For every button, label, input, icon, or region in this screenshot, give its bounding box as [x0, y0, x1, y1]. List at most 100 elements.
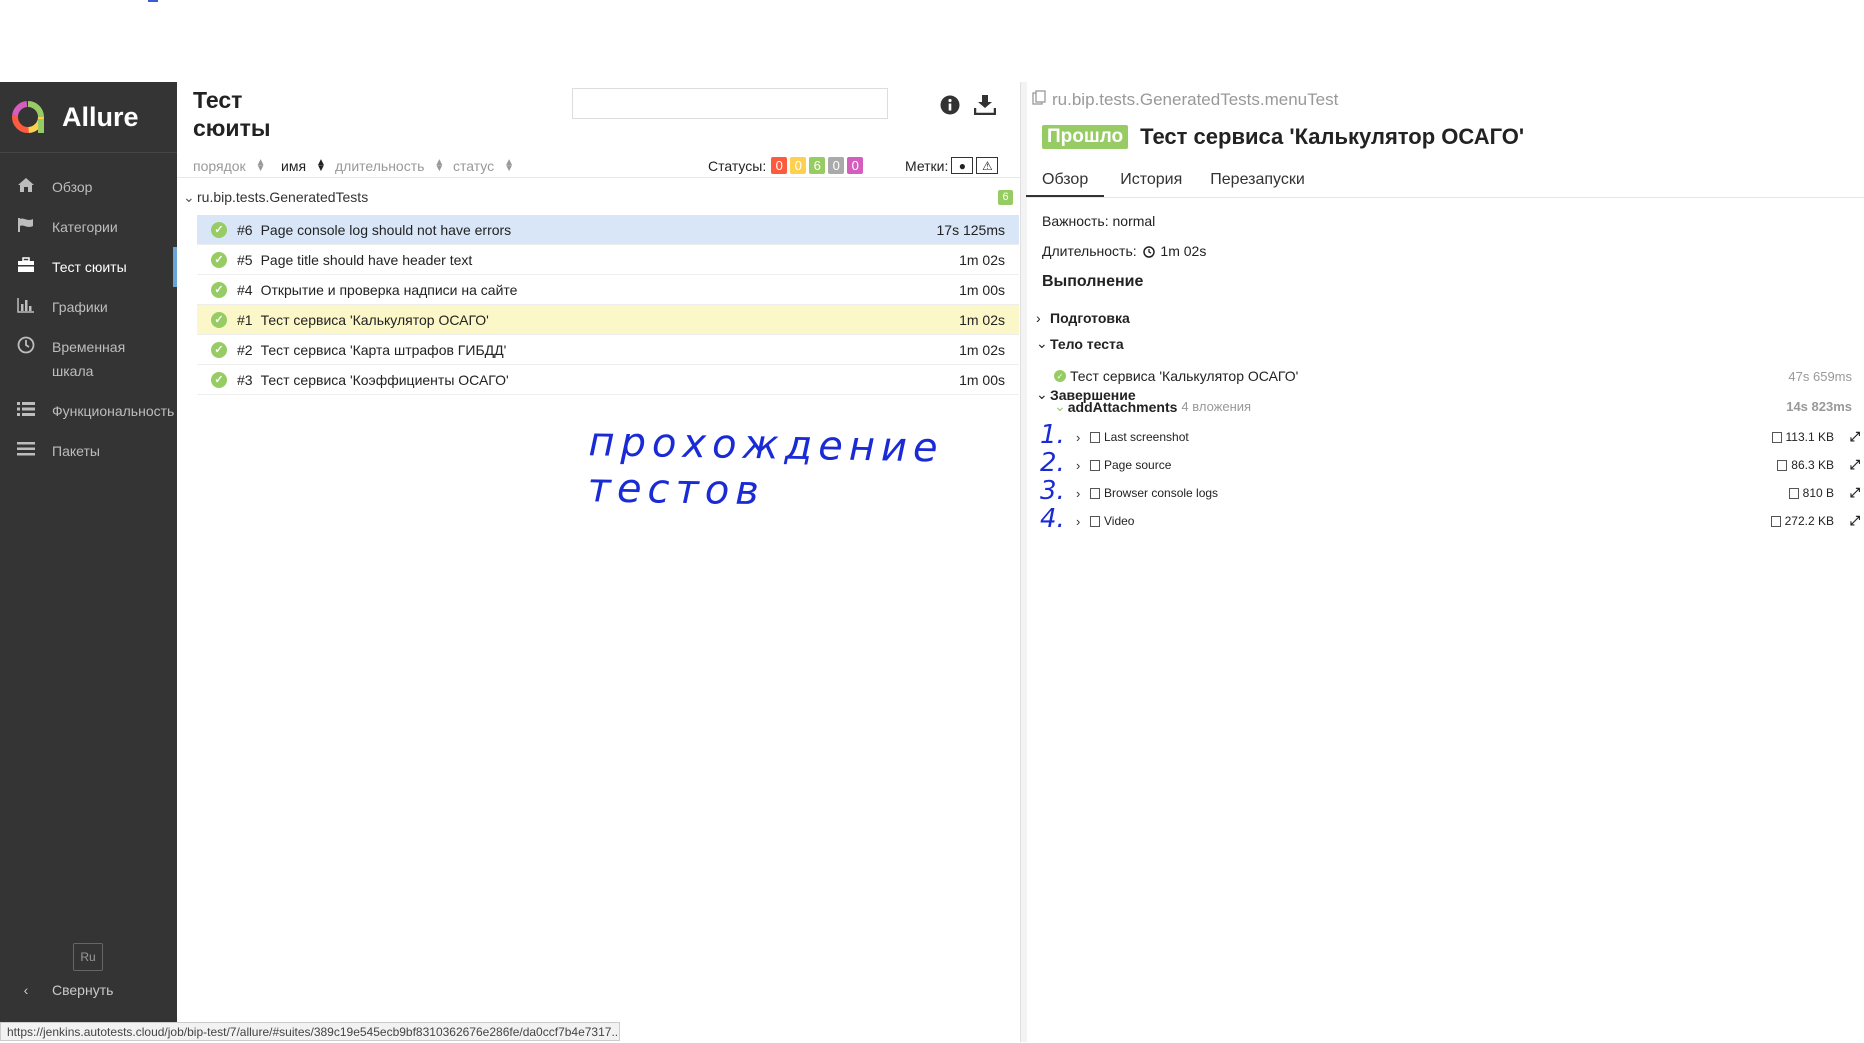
table-row[interactable]: ✓ #3 Тест сервиса 'Коэффициенты ОСАГО' 1…	[197, 365, 1019, 395]
sidebar-item-label: Графики	[52, 299, 108, 315]
table-row[interactable]: ✓ #6 Page console log should not have er…	[197, 215, 1019, 245]
test-title: Тест сервиса 'Калькулятор ОСАГО'	[1140, 124, 1525, 149]
status-skipped-count[interactable]: 0	[828, 157, 845, 174]
clock-icon	[1142, 245, 1155, 261]
status-passed-count[interactable]: 6	[809, 157, 826, 174]
detail-tabs: Обзор История Перезапуски	[1026, 162, 1864, 198]
body-stage[interactable]: ⌄ Тело теста	[1036, 335, 1124, 352]
statuses-label: Статусы:	[708, 157, 767, 174]
duration-info: Длительность: 1m 02s	[1042, 243, 1206, 261]
tab-overview[interactable]: Обзор	[1026, 162, 1105, 197]
step-name: Тест сервиса 'Калькулятор ОСАГО'	[1070, 368, 1299, 384]
chevron-right-icon: ›	[1076, 485, 1081, 501]
attachment-size: 272.2 KB	[1770, 514, 1834, 528]
info-icon[interactable]	[940, 95, 960, 120]
sort-status[interactable]: статус ▲ ▼	[453, 158, 514, 175]
tab-history[interactable]: История	[1104, 162, 1198, 197]
sidebar-item-categories[interactable]: Категории	[0, 207, 177, 247]
handwritten-number: 1.	[1040, 420, 1065, 450]
sidebar-item-timeline[interactable]: Временная шкала	[0, 327, 177, 391]
handwritten-number: 3.	[1040, 476, 1065, 506]
chevron-left-icon: ‹	[23, 982, 29, 998]
brand[interactable]: Allure	[0, 82, 177, 153]
sort-duration[interactable]: длительность ▲ ▼	[335, 158, 444, 175]
test-duration: 1m 02s	[959, 341, 1005, 358]
bar-chart-icon	[14, 295, 38, 315]
allure-logo-icon	[12, 101, 44, 133]
passed-check-icon: ✓	[1054, 370, 1066, 382]
sidebar-item-label: Категории	[52, 219, 118, 235]
attachment-size: 113.1 KB	[1771, 430, 1834, 444]
sidebar-item-suites[interactable]: Тест сюиты	[0, 247, 177, 287]
passed-check-icon: ✓	[211, 281, 227, 298]
attachment-row[interactable]: › Browser console logs 810 B ⤢	[1076, 481, 1862, 505]
save-icon	[1771, 431, 1782, 443]
attachment-row[interactable]: › Page source 86.3 KB ⤢	[1076, 453, 1862, 477]
attachment-name: Browser console logs	[1104, 486, 1219, 500]
sort-bar: порядок ▲ ▼ имя ▲ ▼ длительность ▲ ▼ статус ▲ ▼ …	[177, 153, 1020, 178]
warning-mark-icon[interactable]: ⚠	[976, 157, 999, 174]
sort-name[interactable]: имя ▲ ▼	[281, 157, 326, 175]
status-filter: Статусы: 0 0 6 0 0	[708, 157, 864, 174]
sort-arrows-icon: ▲ ▼	[255, 157, 266, 174]
test-duration: 1m 00s	[959, 281, 1005, 298]
status-failed-count[interactable]: 0	[771, 157, 788, 174]
sidebar-item-label: Пакеты	[52, 443, 100, 459]
step-duration: 47s 659ms	[1788, 368, 1852, 384]
page-title-line2: сюиты	[193, 115, 271, 141]
setup-stage[interactable]: › Подготовка	[1036, 310, 1130, 326]
sidebar-item-overview[interactable]: Обзор	[0, 167, 177, 207]
expand-icon[interactable]: ⤢	[1850, 429, 1860, 445]
copy-icon[interactable]	[1032, 90, 1046, 110]
sort-order[interactable]: порядок ▲ ▼	[193, 157, 266, 175]
test-number: #5	[237, 251, 253, 268]
expand-icon[interactable]: ⤢	[1850, 485, 1860, 501]
sidebar-item-packages[interactable]: Пакеты	[0, 431, 177, 471]
table-row[interactable]: ✓ #2 Тест сервиса 'Карта штрафов ГИБДД' …	[197, 335, 1019, 365]
expand-icon[interactable]: ⤢	[1850, 513, 1860, 529]
table-row[interactable]: ✓ #1 Тест сервиса 'Калькулятор ОСАГО' 1m…	[197, 305, 1019, 335]
save-icon	[1777, 459, 1788, 471]
sidebar-item-behaviors[interactable]: Функциональность	[0, 391, 177, 431]
suite-group-count: 6	[998, 190, 1013, 205]
flaky-mark-icon[interactable]: ●	[951, 157, 974, 174]
search-input[interactable]	[572, 88, 888, 119]
test-name: Page console log should not have errors	[260, 221, 512, 238]
suites-panel: Тест сюиты порядок ▲ ▼ имя ▲ ▼ длительность ▲…	[177, 82, 1020, 1042]
sidebar-item-graphs[interactable]: Графики	[0, 287, 177, 327]
text-file-icon	[1090, 487, 1100, 499]
test-step[interactable]: ✓ Тест сервиса 'Калькулятор ОСАГО' 47s 6…	[1054, 368, 1852, 384]
attachment-row[interactable]: › Last screenshot 113.1 KB ⤢	[1076, 425, 1862, 449]
test-duration: 1m 00s	[959, 371, 1005, 388]
sidebar-item-label: Тест сюиты	[52, 259, 127, 275]
chevron-right-icon: ›	[1076, 457, 1081, 473]
attachment-size: 86.3 KB	[1777, 458, 1834, 472]
attachment-size-value: 113.1 KB	[1785, 430, 1834, 444]
flag-icon	[14, 215, 38, 235]
tab-retries[interactable]: Перезапуски	[1198, 162, 1321, 197]
attachment-size-value: 810 B	[1802, 486, 1834, 500]
collapse-label: Свернуть	[52, 982, 114, 998]
table-row[interactable]: ✓ #4 Открытие и проверка надписи на сайт…	[197, 275, 1019, 305]
test-name: Тест сервиса 'Калькулятор ОСАГО'	[260, 311, 489, 328]
passed-check-icon: ✓	[211, 371, 227, 388]
collapse-button[interactable]: ‹ Свернуть	[14, 982, 114, 998]
chevron-right-icon: ›	[1076, 429, 1081, 445]
sort-arrows-icon: ▲ ▼	[316, 157, 326, 174]
test-number: #6	[237, 221, 253, 238]
suite-group[interactable]: ⌄ ru.bip.tests.GeneratedTests 6	[183, 186, 1013, 208]
expand-icon[interactable]: ⤢	[1850, 457, 1860, 473]
test-name: Открытие и проверка надписи на сайте	[260, 281, 518, 298]
download-icon[interactable]	[973, 95, 997, 120]
table-row[interactable]: ✓ #5 Page title should have header text …	[197, 245, 1019, 275]
status-unknown-count[interactable]: 0	[847, 157, 864, 174]
status-broken-count[interactable]: 0	[790, 157, 807, 174]
chevron-right-icon: ›	[1076, 513, 1081, 529]
language-switch[interactable]: Ru	[73, 943, 103, 971]
top-link-mark	[148, 0, 158, 2]
page-title-line1: Тест	[193, 87, 243, 113]
briefcase-icon	[14, 255, 38, 275]
passed-check-icon: ✓	[211, 341, 227, 358]
attachment-row[interactable]: › Video 272.2 KB ⤢	[1076, 509, 1862, 533]
add-attachments-step[interactable]: ⌄ addAttachments 4 вложения 14s 823ms	[1054, 398, 1852, 415]
